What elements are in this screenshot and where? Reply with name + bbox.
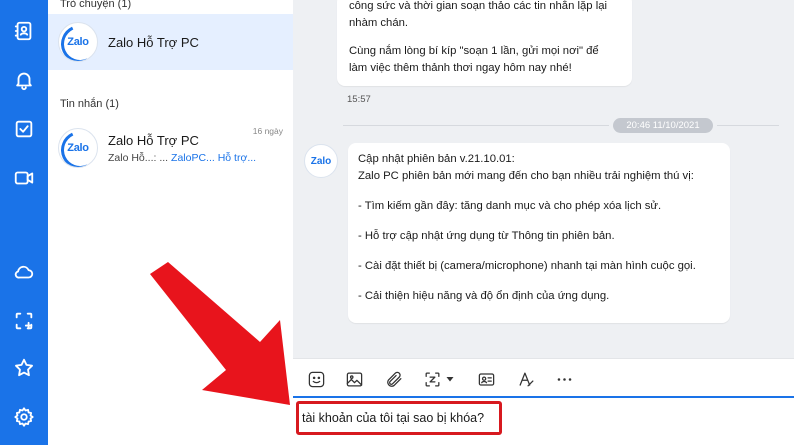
- todo-check-icon[interactable]: [8, 113, 40, 145]
- conversation-time: 16 ngày: [252, 126, 283, 136]
- conversation-item[interactable]: Zalo Zalo Hỗ Trợ PC Zalo Hỗ...: ... Zalo…: [48, 124, 293, 172]
- conversation-item-active[interactable]: Zalo Zalo Hỗ Trợ PC: [48, 14, 293, 70]
- update-item: - Cài đặt thiết bị (camera/microphone) n…: [358, 260, 696, 272]
- screenshot-icon[interactable]: [8, 305, 40, 337]
- avatar: Zalo: [58, 128, 98, 168]
- text-format-icon[interactable]: [515, 368, 537, 390]
- cloud-icon[interactable]: [8, 256, 40, 288]
- screenshot-capture-icon[interactable]: [421, 368, 443, 390]
- more-icon[interactable]: [553, 368, 575, 390]
- composer: [293, 396, 794, 447]
- conversation-preview: Zalo Hỗ...: ... ZaloPC... Hỗ trợ...: [108, 151, 257, 164]
- attachment-icon[interactable]: [383, 368, 405, 390]
- update-item: - Tìm kiếm gần đây: tăng danh mục và cho…: [358, 200, 662, 212]
- chevron-down-icon[interactable]: [443, 368, 457, 390]
- section-title-messages: Tin nhắn (1): [60, 98, 119, 110]
- date-chip: 20:46 11/10/2021: [613, 118, 713, 133]
- avatar: Zalo: [58, 22, 98, 62]
- message-bubble-previous: công sức và thời gian soạn thảo các tin …: [337, 0, 632, 86]
- date-divider-left: [343, 125, 609, 126]
- contact-card-icon[interactable]: [475, 368, 497, 390]
- update-intro: Zalo PC phiên bản mới mang đến cho bạn n…: [358, 170, 694, 182]
- composer-toolbar: [293, 358, 794, 397]
- contacts-icon[interactable]: [8, 15, 40, 47]
- update-item: - Hỗ trợ cập nhật ứng dụng từ Thông tin …: [358, 230, 615, 242]
- sender-avatar[interactable]: Zalo: [304, 144, 338, 178]
- update-title: Cập nhật phiên bản v.21.10.01:: [358, 153, 515, 165]
- image-icon[interactable]: [343, 368, 365, 390]
- sticker-icon[interactable]: [305, 368, 327, 390]
- settings-icon[interactable]: [8, 401, 40, 433]
- left-nav-rail: [0, 0, 48, 445]
- update-item: - Cải thiện hiệu năng và độ ổn định của …: [358, 290, 610, 302]
- star-icon[interactable]: [8, 352, 40, 384]
- video-icon[interactable]: [8, 162, 40, 194]
- conversation-list: Trò chuyện (1) Zalo Zalo Hỗ Trợ PC Tin n…: [48, 0, 294, 445]
- chat-area: công sức và thời gian soạn thảo các tin …: [293, 0, 794, 358]
- conversation-name: Zalo Hỗ Trợ PC: [108, 34, 199, 50]
- bell-icon[interactable]: [8, 64, 40, 96]
- date-divider-right: [717, 125, 779, 126]
- message-input[interactable]: [296, 401, 502, 435]
- conversation-name: Zalo Hỗ Trợ PC: [108, 132, 199, 148]
- section-title-chats: Trò chuyện (1): [60, 0, 132, 10]
- message-time: 15:57: [347, 94, 371, 105]
- message-bubble-update: Cập nhật phiên bản v.21.10.01: Zalo PC p…: [348, 143, 730, 323]
